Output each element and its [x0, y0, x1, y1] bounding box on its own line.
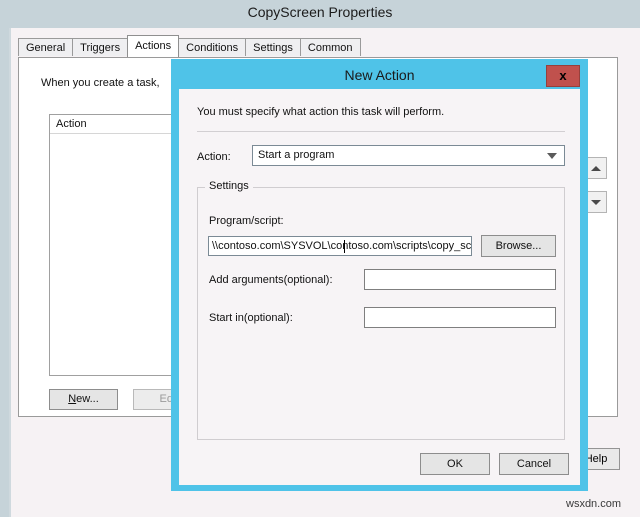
add-arguments-input[interactable]	[364, 269, 556, 290]
close-icon[interactable]: x	[546, 65, 580, 87]
start-in-label: Start in(optional):	[209, 312, 293, 324]
actions-intro-text: When you create a task,	[41, 77, 160, 89]
move-up-button[interactable]	[585, 157, 607, 179]
chevron-down-icon	[547, 153, 557, 159]
tab-general[interactable]: General	[18, 38, 74, 56]
action-dropdown-value: Start a program	[258, 149, 335, 161]
new-button-label-rest: ew...	[76, 393, 99, 405]
tab-actions[interactable]: Actions	[127, 35, 180, 57]
ok-button[interactable]: OK	[420, 453, 490, 475]
new-action-dialog-frame: New Action x You must specify what actio…	[175, 63, 584, 487]
tab-triggers[interactable]: Triggers	[72, 38, 129, 56]
parent-title-bar: CopyScreen Properties	[0, 0, 640, 28]
move-down-button[interactable]	[585, 191, 607, 213]
program-script-label: Program/script:	[209, 215, 284, 227]
new-button-accelerator: N	[68, 393, 77, 405]
new-action-title-bar[interactable]: New Action x	[175, 63, 584, 89]
dialog-instruction-text: You must specify what action this task w…	[197, 106, 445, 118]
tab-common[interactable]: Common	[299, 38, 361, 56]
text-caret	[344, 240, 345, 253]
cancel-button[interactable]: Cancel	[499, 453, 569, 475]
settings-group-title: Settings	[205, 180, 253, 192]
properties-tab-strip[interactable]: General Triggers Actions Conditions Sett…	[18, 35, 361, 57]
start-in-input[interactable]	[364, 307, 556, 328]
dialog-separator	[197, 131, 565, 132]
browse-button[interactable]: Browse...	[481, 235, 556, 257]
arrow-down-icon	[591, 199, 601, 205]
action-field-label: Action:	[197, 151, 231, 163]
new-action-dialog: New Action x You must specify what actio…	[171, 59, 588, 491]
parent-window-title: CopyScreen Properties	[247, 4, 393, 20]
parent-window-left-border-inner	[9, 28, 11, 517]
add-arguments-label: Add arguments(optional):	[209, 274, 333, 286]
tab-conditions[interactable]: Conditions	[178, 38, 247, 56]
action-dropdown[interactable]: Start a program	[252, 145, 565, 166]
tab-strip-underline	[18, 57, 618, 58]
program-script-input[interactable]: \\contoso.com\SYSVOL\contoso.com\scripts…	[208, 236, 472, 256]
watermark: wsxdn.com	[566, 498, 622, 510]
arrow-up-icon	[591, 165, 601, 171]
new-action-dialog-body: You must specify what action this task w…	[179, 89, 580, 485]
parent-window-left-border	[0, 0, 9, 517]
new-action-button[interactable]: New...	[49, 389, 118, 410]
new-action-title: New Action	[344, 67, 415, 83]
program-script-value: \\contoso.com\SYSVOL\contoso.com\scripts…	[212, 240, 472, 252]
tab-settings[interactable]: Settings	[245, 38, 301, 56]
